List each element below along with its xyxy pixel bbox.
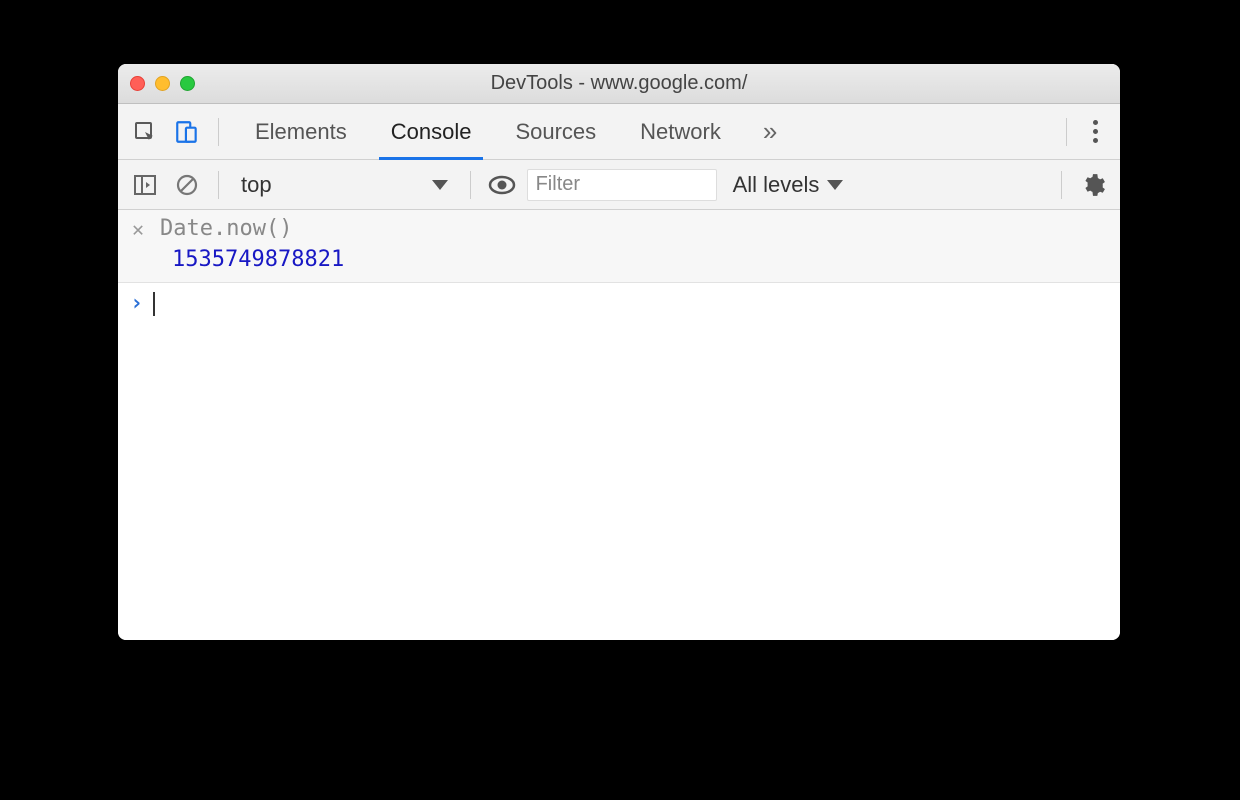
history-expression: Date.now() [160,216,292,241]
dot-icon [1093,129,1098,134]
chevron-right-icon: › [130,291,143,316]
divider [1066,118,1067,146]
tab-label: Network [640,119,721,145]
close-window-button[interactable] [130,76,145,91]
device-toolbar-icon[interactable] [170,115,204,149]
tab-label: Console [391,119,472,145]
main-tabbar: Elements Console Sources Network » [118,104,1120,160]
chevron-down-icon [432,180,448,190]
zoom-window-button[interactable] [180,76,195,91]
inspect-element-icon[interactable] [128,115,162,149]
context-label: top [241,172,272,198]
clear-console-icon[interactable] [170,168,204,202]
log-levels-selector[interactable]: All levels [725,172,852,198]
settings-menu-button[interactable] [1081,120,1110,143]
tab-label: Elements [255,119,347,145]
console-prompt[interactable]: › [118,283,1120,324]
console-toolbar: top All levels [118,160,1120,210]
text-cursor [153,292,155,316]
divider [218,118,219,146]
panel-tabs: Elements Console Sources Network [233,104,743,159]
more-tabs-button[interactable]: » [751,116,789,147]
titlebar: DevTools - www.google.com/ [118,64,1120,104]
tab-elements[interactable]: Elements [233,104,369,159]
close-icon[interactable]: ✕ [128,217,148,241]
toggle-console-sidebar-icon[interactable] [128,168,162,202]
minimize-window-button[interactable] [155,76,170,91]
tab-label: Sources [515,119,596,145]
tab-sources[interactable]: Sources [493,104,618,159]
divider [218,171,219,199]
traffic-lights [130,76,195,91]
divider [1061,171,1062,199]
tab-network[interactable]: Network [618,104,743,159]
chevron-double-right-icon: » [763,116,777,146]
dot-icon [1093,120,1098,125]
console-history: ✕ Date.now() 1535749878821 [118,210,1120,283]
dot-icon [1093,138,1098,143]
execution-context-selector[interactable]: top [233,172,456,198]
console-settings-icon[interactable] [1076,168,1110,202]
tab-console[interactable]: Console [369,104,494,159]
window-title: DevTools - www.google.com/ [118,72,1120,95]
filter-input[interactable] [527,169,717,201]
live-expression-icon[interactable] [485,168,519,202]
divider [470,171,471,199]
devtools-window: DevTools - www.google.com/ Elements Cons… [118,64,1120,640]
history-entry: ✕ Date.now() [128,216,1110,241]
console-body: ✕ Date.now() 1535749878821 › [118,210,1120,640]
levels-label: All levels [733,172,820,198]
chevron-down-icon [827,180,843,190]
history-result: 1535749878821 [128,247,1110,272]
